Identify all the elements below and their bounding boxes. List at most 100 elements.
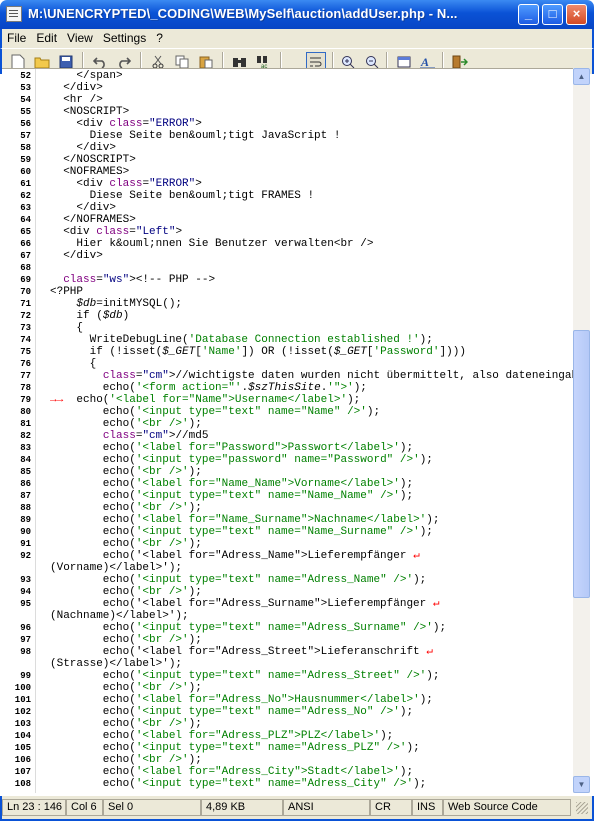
line-number-gutter: 52 53 54 55 56 57 58 59 60 61 62 63 64 65 66 67 68 69 70 71… — [2, 69, 36, 793]
code-line[interactable]: echo('<label for="Adress_Street">Liefera… — [50, 646, 433, 658]
code-line[interactable]: if (!isset($_GET['Name']) OR (!isset($_G… — [50, 346, 466, 358]
code-line[interactable]: echo('<label for="Password">Passwort</la… — [50, 442, 413, 454]
code-line[interactable]: </div> — [50, 250, 103, 262]
code-line[interactable]: echo('<label for="Name_Surname">Nachname… — [50, 514, 440, 526]
code-line[interactable]: echo('<input type="text" name="Name" />'… — [50, 406, 380, 418]
line-number: 77 — [20, 371, 31, 381]
code-line[interactable]: if ($db) — [50, 310, 129, 322]
code-line[interactable]: echo('<label for="Adress_PLZ">PLZ</label… — [50, 730, 393, 742]
code-line[interactable]: echo('<input type="text" name="Adress_Ci… — [50, 778, 426, 790]
code-line[interactable]: $db=initMYSQL(); — [50, 298, 182, 310]
code-line[interactable]: →→ echo('<label for="Name">Username</lab… — [50, 394, 360, 406]
code-line[interactable]: class="cm">//wichtigste daten wurden nic… — [50, 370, 573, 382]
code-line[interactable]: class="cm">//md5 — [50, 430, 209, 442]
code-line[interactable]: echo('<br />'); — [50, 466, 202, 478]
code-line[interactable]: </div> — [50, 82, 103, 94]
close-button[interactable]: × — [566, 4, 587, 25]
line-number: 91 — [20, 539, 31, 549]
line-number: 52 — [20, 71, 31, 81]
menu-settings[interactable]: Settings — [98, 29, 151, 47]
line-number: 63 — [20, 203, 31, 213]
line-number: 95 — [20, 599, 31, 609]
code-line[interactable]: </NOSCRIPT> — [50, 154, 136, 166]
code-line[interactable]: echo('<form action="'.$szThisSite.'">'); — [50, 382, 367, 394]
code-line[interactable]: echo('<br />'); — [50, 718, 202, 730]
code-line[interactable]: <div class="ERROR"> — [50, 178, 201, 190]
code-line[interactable]: echo('<input type="text" name="Name_Surn… — [50, 526, 433, 538]
line-number: 92 — [20, 551, 31, 561]
menu-help[interactable]: ? — [151, 29, 168, 47]
line-number: 101 — [14, 695, 31, 705]
code-line[interactable]: echo('<label for="Adress_City">Stadt</la… — [50, 766, 413, 778]
code-line[interactable]: echo('<input type="text" name="Adress_PL… — [50, 742, 420, 754]
code-line[interactable]: </NOFRAMES> — [50, 214, 136, 226]
line-number: 97 — [20, 635, 31, 645]
code-line[interactable]: (Strasse)</label>'); — [50, 658, 182, 670]
code-line[interactable]: WriteDebugLine('Database Connection esta… — [50, 334, 433, 346]
code-line[interactable]: Diese Seite ben&ouml;tigt FRAMES ! — [50, 190, 314, 202]
line-number: 107 — [14, 767, 31, 777]
code-line[interactable]: echo('<label for="Name_Name">Vorname</la… — [50, 478, 413, 490]
code-line[interactable]: echo('<br />'); — [50, 634, 202, 646]
menu-view[interactable]: View — [62, 29, 98, 47]
line-number: 65 — [20, 227, 31, 237]
code-line[interactable]: </div> — [50, 202, 116, 214]
line-number: 87 — [20, 491, 31, 501]
code-line[interactable]: <div class="Left"> — [50, 226, 182, 238]
code-line[interactable]: echo('<br />'); — [50, 418, 202, 430]
code-line[interactable]: <hr /> — [50, 94, 103, 106]
scroll-thumb[interactable] — [573, 330, 590, 598]
code-line[interactable]: { — [50, 358, 97, 370]
line-number: 105 — [14, 743, 31, 753]
code-line[interactable]: echo('<label for="Adress_Surname">Liefer… — [50, 598, 440, 610]
resize-grip[interactable] — [576, 802, 588, 814]
code-line[interactable]: (Vorname)</label>'); — [50, 562, 182, 574]
code-line[interactable]: echo('<input type="text" name="Adress_No… — [50, 706, 413, 718]
line-number: 108 — [14, 779, 31, 789]
maximize-button[interactable]: □ — [542, 4, 563, 25]
code-line[interactable]: class="ws"><!-- PHP --> — [50, 274, 215, 286]
code-line[interactable]: echo('<br />'); — [50, 586, 202, 598]
code-line[interactable]: Diese Seite ben&ouml;tigt JavaScript ! — [50, 130, 341, 142]
scroll-down-arrow-icon[interactable]: ▼ — [573, 776, 590, 793]
line-number: 99 — [20, 671, 31, 681]
code-line[interactable]: </div> — [50, 142, 116, 154]
code-line[interactable]: <?PHP — [50, 286, 83, 298]
code-line[interactable]: <NOSCRIPT> — [50, 106, 129, 118]
code-line[interactable]: echo('<input type="password" name="Passw… — [50, 454, 433, 466]
code-line[interactable]: echo('<label for="Adress_No">Hausnummer<… — [50, 694, 433, 706]
code-line[interactable]: </span> — [50, 70, 122, 82]
minimize-button[interactable]: _ — [518, 4, 539, 25]
scroll-up-arrow-icon[interactable]: ▲ — [573, 68, 590, 85]
menu-edit[interactable]: Edit — [31, 29, 62, 47]
code-line[interactable]: echo('<input type="text" name="Adress_Na… — [50, 574, 426, 586]
line-number: 60 — [20, 167, 31, 177]
line-number: 74 — [20, 335, 31, 345]
code-line[interactable]: echo('<label for="Adress_Name">Lieferemp… — [50, 550, 420, 562]
vertical-scrollbar[interactable]: ▲ ▼ — [573, 68, 590, 793]
code-line[interactable]: echo('<input type="text" name="Name_Name… — [50, 490, 413, 502]
code-line[interactable]: echo('<input type="text" name="Adress_St… — [50, 670, 440, 682]
code-line[interactable]: (Nachname)</label>'); — [50, 610, 189, 622]
line-number: 68 — [20, 263, 31, 273]
code-line[interactable]: Hier k&ouml;nnen Sie Benutzer verwalten<… — [50, 238, 373, 250]
notepad-app-icon[interactable] — [6, 6, 22, 22]
menu-bar: File Edit View Settings? — [0, 29, 594, 48]
code-line[interactable]: echo('<br />'); — [50, 754, 202, 766]
code-line[interactable]: echo('<br />'); — [50, 682, 202, 694]
code-editor[interactable]: 52 53 54 55 56 57 58 59 60 61 62 63 64 65 66 67 68 69 70 71… — [2, 68, 573, 793]
menu-file[interactable]: File — [2, 29, 31, 47]
code-line[interactable]: echo('<br />'); — [50, 502, 202, 514]
code-line[interactable]: echo('<input type="text" name="Adress_Su… — [50, 622, 446, 634]
line-number: 73 — [20, 323, 31, 333]
line-number: 80 — [20, 407, 31, 417]
line-number: 54 — [20, 95, 31, 105]
line-number: 71 — [20, 299, 31, 309]
code-line[interactable]: <div class="ERROR"> — [50, 118, 201, 130]
code-line[interactable]: echo('<br />'); — [50, 538, 202, 550]
code-line[interactable]: <NOFRAMES> — [50, 166, 129, 178]
status-bar: Ln 23 : 146 Col 6 Sel 0 4,89 KB ANSI CR … — [0, 796, 594, 821]
code-line[interactable]: { — [50, 322, 83, 334]
line-number: 103 — [14, 719, 31, 729]
line-number: 100 — [14, 683, 31, 693]
